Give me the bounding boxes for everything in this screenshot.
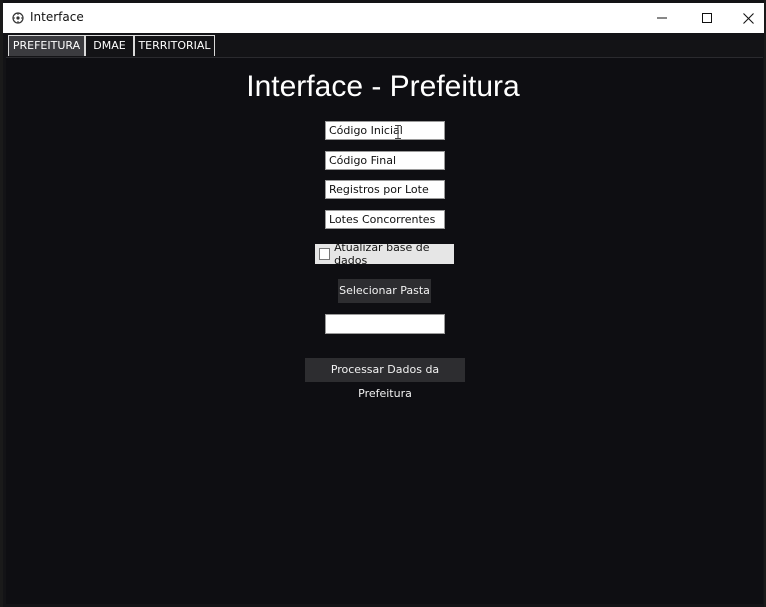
atualizar-base-checkbox[interactable]: Atualizar base de dados <box>315 241 454 267</box>
close-icon <box>743 12 754 24</box>
title-bar[interactable]: Interface <box>3 3 764 33</box>
tab-dmae[interactable]: DMAE <box>85 35 134 56</box>
lotes-concorrentes-field[interactable] <box>325 210 445 229</box>
tab-prefeitura[interactable]: PREFEITURA <box>8 35 85 56</box>
app-feather-icon <box>12 12 24 24</box>
checkbox-box[interactable] <box>319 248 331 260</box>
checkbox-label: Atualizar base de dados <box>334 241 430 267</box>
codigo-inicial-field[interactable] <box>325 121 445 140</box>
process-data-button[interactable]: Processar Dados da Prefeitura <box>305 358 465 400</box>
window-title: Interface <box>30 10 84 24</box>
tab-territorial[interactable]: TERRITORIAL <box>134 35 215 56</box>
select-folder-button[interactable]: Selecionar Pasta <box>338 279 431 303</box>
page-title: Interface - Prefeitura <box>246 70 520 103</box>
registros-por-lote-field[interactable] <box>325 180 445 199</box>
maximize-button[interactable] <box>684 3 729 33</box>
maximize-icon <box>701 13 712 23</box>
codigo-final-field[interactable] <box>325 151 445 170</box>
minimize-icon <box>656 17 667 19</box>
text-cursor-icon <box>395 125 401 139</box>
minimize-button[interactable] <box>639 3 684 33</box>
folder-path-field[interactable] <box>325 314 445 334</box>
close-button[interactable] <box>726 3 766 33</box>
tab-bar: PREFEITURA DMAE TERRITORIAL <box>6 33 764 57</box>
